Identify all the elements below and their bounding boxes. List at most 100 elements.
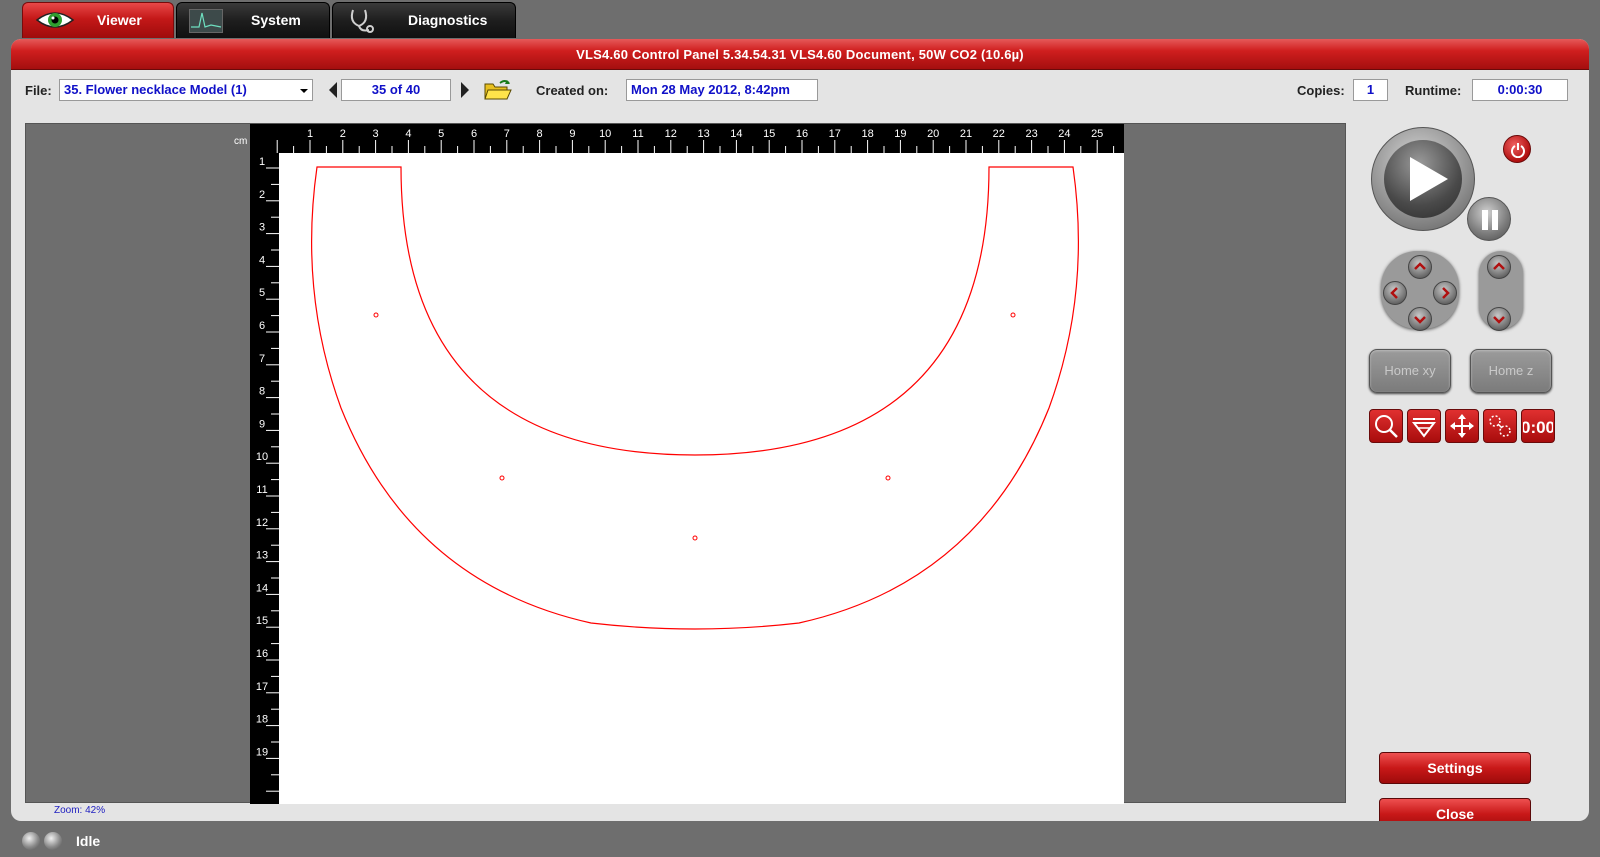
jog-left-button[interactable]	[1383, 281, 1407, 305]
control-panel: VLS4.60 Control Panel 5.34.54.31 VLS4.60…	[11, 39, 1589, 821]
ruler-label: 16	[796, 128, 808, 140]
ruler-label: 24	[1058, 128, 1070, 140]
file-toolbar: File: 35. Flower necklace Model (1) 35 o…	[11, 71, 1589, 111]
ruler-label: 12	[256, 517, 268, 529]
created-date: Mon 28 May 2012, 8:42pm	[626, 79, 818, 101]
created-label: Created on:	[536, 83, 609, 98]
power-button[interactable]	[1503, 135, 1531, 163]
play-button[interactable]	[1371, 127, 1475, 231]
tab-system-label: System	[251, 12, 301, 28]
ruler-label: 15	[763, 128, 775, 140]
power-icon	[1511, 143, 1525, 158]
ruler-label: 10	[256, 451, 268, 463]
ruler-label: 20	[927, 128, 939, 140]
focus-cone-icon	[1411, 418, 1437, 438]
chevron-up-icon	[1414, 262, 1426, 270]
ruler-label: 18	[256, 714, 268, 726]
runtime-label: Runtime:	[1405, 83, 1462, 98]
ruler-label: 16	[256, 648, 268, 660]
tab-viewer-label: Viewer	[97, 12, 142, 28]
open-folder-icon[interactable]	[483, 78, 513, 102]
ruler-label: 18	[861, 128, 873, 140]
next-file-button[interactable]	[461, 82, 469, 98]
tab-viewer[interactable]: Viewer	[22, 2, 174, 38]
timer-icon: 0:00	[1523, 418, 1553, 437]
ruler-label: 14	[730, 128, 742, 140]
ruler-label: 2	[259, 189, 265, 201]
chevron-left-icon	[1390, 287, 1398, 299]
tab-bar: Viewer System Diagnostics	[22, 2, 516, 38]
home-xy-button[interactable]: Home xy	[1369, 349, 1451, 393]
ruler-label: 19	[256, 746, 268, 758]
ruler-label: 12	[665, 128, 677, 140]
chevron-down-icon	[1414, 316, 1426, 324]
job-viewer[interactable]: cm 1 2 3 4 5 6 7 8 9 10 11 12 13 14 15 16 17 18 19 20 21 22 23…	[25, 123, 1346, 804]
ruler-left: 1 2 3 4 5 6 7 8 9 10 11 12 13 14 15 16 17 18 19	[250, 153, 279, 804]
copies-field[interactable]: 1	[1353, 79, 1388, 101]
file-select-value: 35. Flower necklace Model (1)	[64, 82, 247, 97]
tab-system[interactable]: System	[176, 2, 330, 38]
file-select[interactable]: 35. Flower necklace Model (1)	[59, 79, 313, 101]
ruler-label: 5	[259, 287, 265, 299]
previous-file-button[interactable]	[329, 82, 337, 98]
ruler-label: 14	[256, 582, 268, 594]
hole-marker	[499, 475, 505, 481]
page-count: 35 of 40	[341, 79, 451, 101]
waveform-icon	[189, 9, 223, 33]
status-text: Idle	[76, 833, 101, 849]
tab-diagnostics-label: Diagnostics	[408, 12, 488, 28]
jog-down-button[interactable]	[1408, 307, 1432, 331]
status-bar: Idle	[22, 831, 100, 851]
settings-button[interactable]: Settings	[1379, 752, 1531, 784]
stethoscope-icon	[350, 9, 374, 33]
ruler-label: 23	[1025, 128, 1037, 140]
ruler-label: 7	[259, 353, 265, 365]
necklace-outline	[311, 166, 1079, 630]
pause-button[interactable]	[1467, 197, 1511, 241]
time-estimate-button[interactable]: 0:00	[1521, 409, 1555, 443]
ruler-label: 11	[632, 128, 643, 140]
jog-up-button[interactable]	[1408, 255, 1432, 279]
ruler-label: 11	[256, 484, 267, 496]
ruler-label: 7	[504, 128, 510, 140]
z-down-button[interactable]	[1487, 307, 1511, 331]
pause-icon	[1482, 210, 1498, 230]
ruler-label: 1	[259, 156, 265, 168]
chevron-up-icon	[1493, 262, 1505, 270]
ruler-label: 25	[1091, 128, 1103, 140]
svg-text:0:00: 0:00	[1523, 418, 1553, 437]
ruler-label: 1	[307, 128, 313, 140]
chevron-down-icon	[1493, 316, 1505, 324]
ruler-label: 6	[259, 320, 265, 332]
jog-right-button[interactable]	[1433, 281, 1457, 305]
ruler-label: 8	[259, 386, 265, 398]
ruler-label: 13	[256, 550, 268, 562]
runtime-value: 0:00:30	[1472, 79, 1568, 101]
chevron-down-icon	[300, 89, 308, 93]
relocate-tool-button[interactable]	[1483, 409, 1517, 443]
chevron-right-icon	[1442, 287, 1450, 299]
ruler-label: 17	[829, 128, 841, 140]
move-tool-button[interactable]	[1445, 409, 1479, 443]
home-z-button[interactable]: Home z	[1470, 349, 1552, 393]
play-icon	[1410, 157, 1448, 201]
zoom-tool-button[interactable]	[1369, 409, 1403, 443]
file-label: File:	[25, 83, 52, 98]
ruler-label: 9	[259, 418, 265, 430]
focus-tool-button[interactable]	[1407, 409, 1441, 443]
ruler-label: 9	[569, 128, 575, 140]
hole-marker	[373, 312, 379, 318]
zoom-level: Zoom: 42%	[54, 805, 106, 816]
ruler-label: 19	[894, 128, 906, 140]
design-canvas[interactable]	[279, 153, 1124, 804]
status-led-icon	[44, 832, 62, 850]
magnifier-icon	[1375, 415, 1398, 438]
ruler-label: 5	[438, 128, 444, 140]
hole-marker	[692, 535, 698, 541]
necklace-drawing	[311, 166, 1079, 630]
tab-diagnostics[interactable]: Diagnostics	[332, 2, 516, 38]
ruler-label: 17	[256, 681, 268, 693]
close-button[interactable]: Close	[1379, 798, 1531, 821]
ruler-label: 4	[405, 128, 411, 140]
z-up-button[interactable]	[1487, 255, 1511, 279]
